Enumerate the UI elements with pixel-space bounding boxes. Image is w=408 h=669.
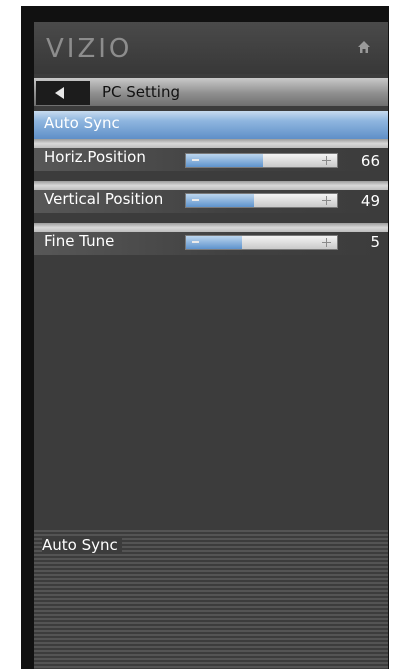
menu-item-horiz-position[interactable]: Horiz.Position 66 bbox=[34, 139, 388, 171]
horiz-position-slider[interactable] bbox=[185, 153, 338, 168]
menu-item-auto-sync[interactable]: Auto Sync bbox=[34, 111, 388, 139]
row-divider bbox=[34, 223, 388, 232]
description-text: Auto Sync bbox=[42, 536, 122, 554]
menu-item-label: Horiz.Position bbox=[44, 148, 146, 166]
pc-setting-panel: VIZIO PC Setting Auto Sync Horiz.Positio… bbox=[34, 22, 388, 669]
minus-icon bbox=[192, 241, 199, 243]
page-title: PC Setting bbox=[102, 83, 180, 101]
fine-tune-slider[interactable] bbox=[185, 235, 338, 250]
menu-item-label: Auto Sync bbox=[44, 114, 120, 132]
plus-icon bbox=[322, 156, 331, 165]
title-bar: PC Setting bbox=[34, 78, 388, 106]
plus-icon bbox=[322, 238, 331, 247]
slider-value: 5 bbox=[370, 233, 380, 251]
plus-icon bbox=[322, 196, 331, 205]
menu-item-vertical-position[interactable]: Vertical Position 49 bbox=[34, 181, 388, 213]
left-arrow-icon bbox=[55, 87, 64, 99]
description-area: Auto Sync bbox=[34, 530, 388, 669]
menu-item-label: Fine Tune bbox=[44, 232, 115, 250]
menu-item-fine-tune[interactable]: Fine Tune 5 bbox=[34, 223, 388, 255]
minus-icon bbox=[192, 159, 199, 161]
vertical-position-slider[interactable] bbox=[185, 193, 338, 208]
vizio-logo: VIZIO bbox=[46, 34, 133, 64]
menu-item-label: Vertical Position bbox=[44, 190, 164, 208]
row-divider bbox=[34, 139, 388, 148]
home-icon[interactable] bbox=[356, 39, 372, 55]
back-button[interactable] bbox=[36, 81, 90, 105]
menu-header: VIZIO bbox=[34, 22, 388, 74]
row-divider bbox=[34, 181, 388, 190]
slider-value: 49 bbox=[360, 192, 380, 210]
slider-value: 66 bbox=[360, 152, 380, 170]
minus-icon bbox=[192, 199, 199, 201]
